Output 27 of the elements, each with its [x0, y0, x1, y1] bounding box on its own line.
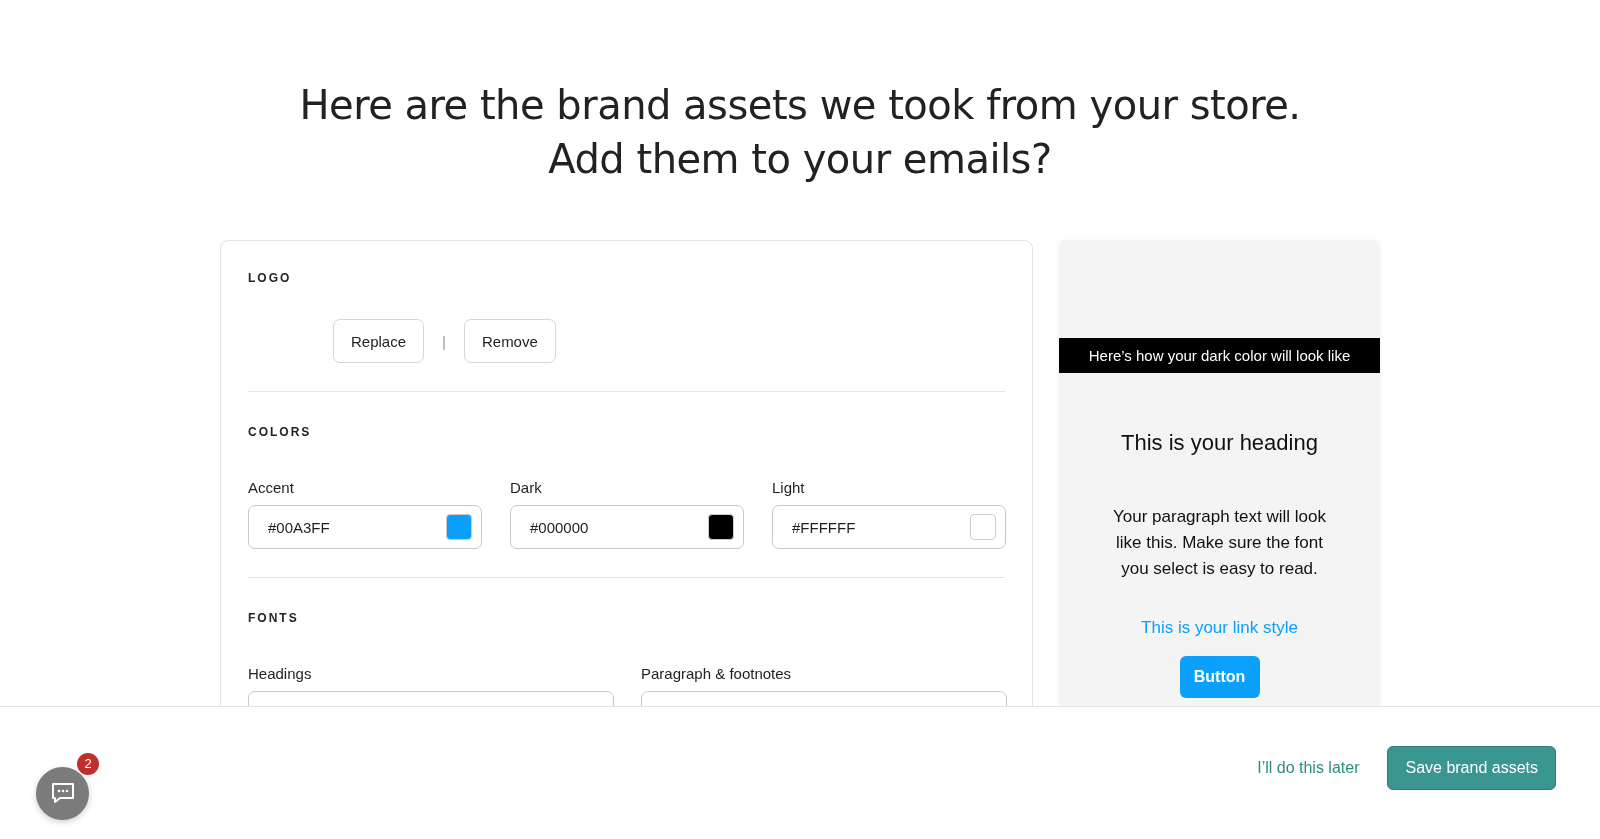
do-later-link[interactable]: I’ll do this later — [1257, 759, 1360, 777]
field-label: Headings — [248, 665, 312, 682]
field-label: Accent — [248, 479, 294, 496]
remove-button[interactable]: Remove — [463, 319, 556, 363]
field-label: Light — [772, 479, 805, 496]
chat-bubble-icon — [50, 782, 75, 804]
color-input-field[interactable]: #000000 — [510, 505, 744, 549]
section-label: COLORS — [248, 425, 313, 439]
save-button[interactable]: Save brand assets — [1387, 746, 1556, 790]
preview-paragraph: Your paragraph text will look like this. Make sure the font you select is easy to read. — [1112, 506, 1327, 580]
color-swatch[interactable] — [708, 514, 734, 540]
preview-heading: This is your heading — [1121, 430, 1318, 456]
page-heading: Add them to your emails? — [548, 136, 1052, 182]
dark-color-banner: Here’s how your dark color will look like — [1059, 338, 1380, 373]
color-input-field[interactable]: #FFFFFF — [772, 505, 1006, 549]
field-label: Dark — [510, 479, 542, 496]
color-swatch[interactable] — [970, 514, 996, 540]
field-label: Paragraph & footnotes — [641, 665, 792, 682]
color-input-field[interactable]: #00A3FF — [248, 505, 482, 549]
chat-button[interactable] — [36, 766, 89, 820]
section-label: LOGO — [248, 271, 293, 285]
color-swatch[interactable] — [446, 514, 472, 540]
separator: | — [442, 332, 446, 350]
notification-badge: 2 — [77, 752, 99, 775]
section-label: FONTS — [248, 611, 300, 625]
page-heading: Here are the brand assets we took from your store. — [299, 82, 1301, 128]
replace-button[interactable]: Replace — [333, 319, 425, 363]
